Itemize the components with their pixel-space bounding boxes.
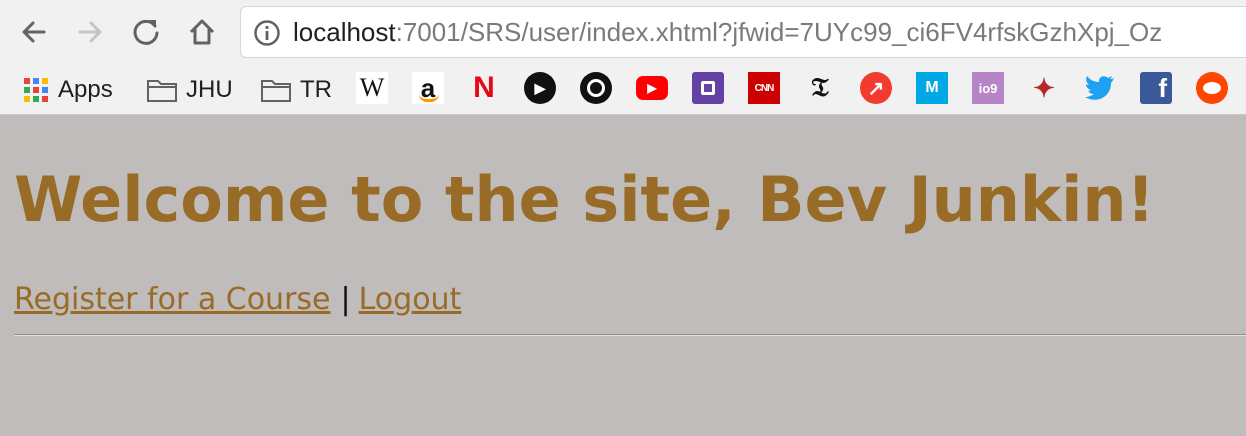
ring-circle-icon[interactable]: [580, 72, 612, 104]
twitter-bird-shape: [1085, 76, 1114, 100]
back-arrow-icon: [22, 21, 46, 43]
url-path: :7001/SRS/user/index.xhtml?jfwid=7UYc99_…: [395, 17, 1163, 47]
play-circle-icon[interactable]: ▶: [524, 72, 556, 104]
pixel-creature-icon[interactable]: ✦: [1028, 72, 1060, 104]
reload-button[interactable]: [126, 12, 166, 52]
twitch-icon[interactable]: [692, 72, 724, 104]
facebook-icon[interactable]: f: [1140, 72, 1172, 104]
apps-label: Apps: [58, 76, 113, 103]
logout-link[interactable]: Logout: [359, 282, 462, 317]
nytimes-icon[interactable]: 𝔗: [804, 72, 836, 104]
url-text[interactable]: localhost:7001/SRS/user/index.xhtml?jfwi…: [293, 17, 1162, 48]
folder-label: JHU: [186, 76, 233, 103]
info-icon[interactable]: [253, 19, 281, 47]
folder-icon: [147, 80, 177, 102]
link-separator: |: [340, 282, 351, 317]
forward-button[interactable]: [70, 12, 110, 52]
twitter-icon[interactable]: [1084, 72, 1116, 104]
io9-icon[interactable]: io9: [972, 72, 1004, 104]
forward-arrow-icon: [78, 21, 102, 43]
horizontal-rule: [14, 334, 1246, 336]
reddit-face: [1203, 82, 1221, 94]
apps-grid-icon: [24, 78, 48, 102]
amazon-icon[interactable]: a: [412, 72, 444, 104]
bookmark-folder-tr[interactable]: TR: [260, 74, 332, 106]
twitch-bubble: [701, 81, 715, 95]
back-button[interactable]: [14, 12, 54, 52]
bookmark-folder-jhu[interactable]: JHU: [146, 74, 233, 106]
youtube-icon[interactable]: ▶: [636, 76, 668, 100]
address-bar[interactable]: localhost:7001/SRS/user/index.xhtml?jfwi…: [240, 6, 1246, 58]
reload-icon: [133, 19, 159, 45]
ring-shape: [587, 79, 605, 97]
browser-toolbar: localhost:7001/SRS/user/index.xhtml?jfwi…: [0, 0, 1246, 66]
folder-icon: [261, 80, 291, 102]
user-nav-links: Register for a Course | Logout: [14, 280, 461, 320]
page-title: Welcome to the site, Bev Junkin!: [14, 163, 1155, 236]
url-host: localhost: [293, 17, 396, 47]
wikipedia-icon[interactable]: W: [356, 72, 388, 104]
cnn-icon[interactable]: CNN: [748, 72, 780, 104]
home-button[interactable]: [182, 12, 222, 52]
netflix-icon[interactable]: N: [468, 72, 500, 104]
amazon-smile: [419, 94, 439, 102]
register-course-link[interactable]: Register for a Course: [14, 282, 331, 317]
trending-arrow-icon[interactable]: ↗: [860, 72, 892, 104]
folder-label: TR: [300, 76, 332, 103]
bookmark-apps[interactable]: Apps: [22, 74, 113, 106]
medium-m-icon[interactable]: M: [916, 72, 948, 104]
reddit-icon[interactable]: [1196, 72, 1228, 104]
home-icon: [189, 19, 215, 45]
